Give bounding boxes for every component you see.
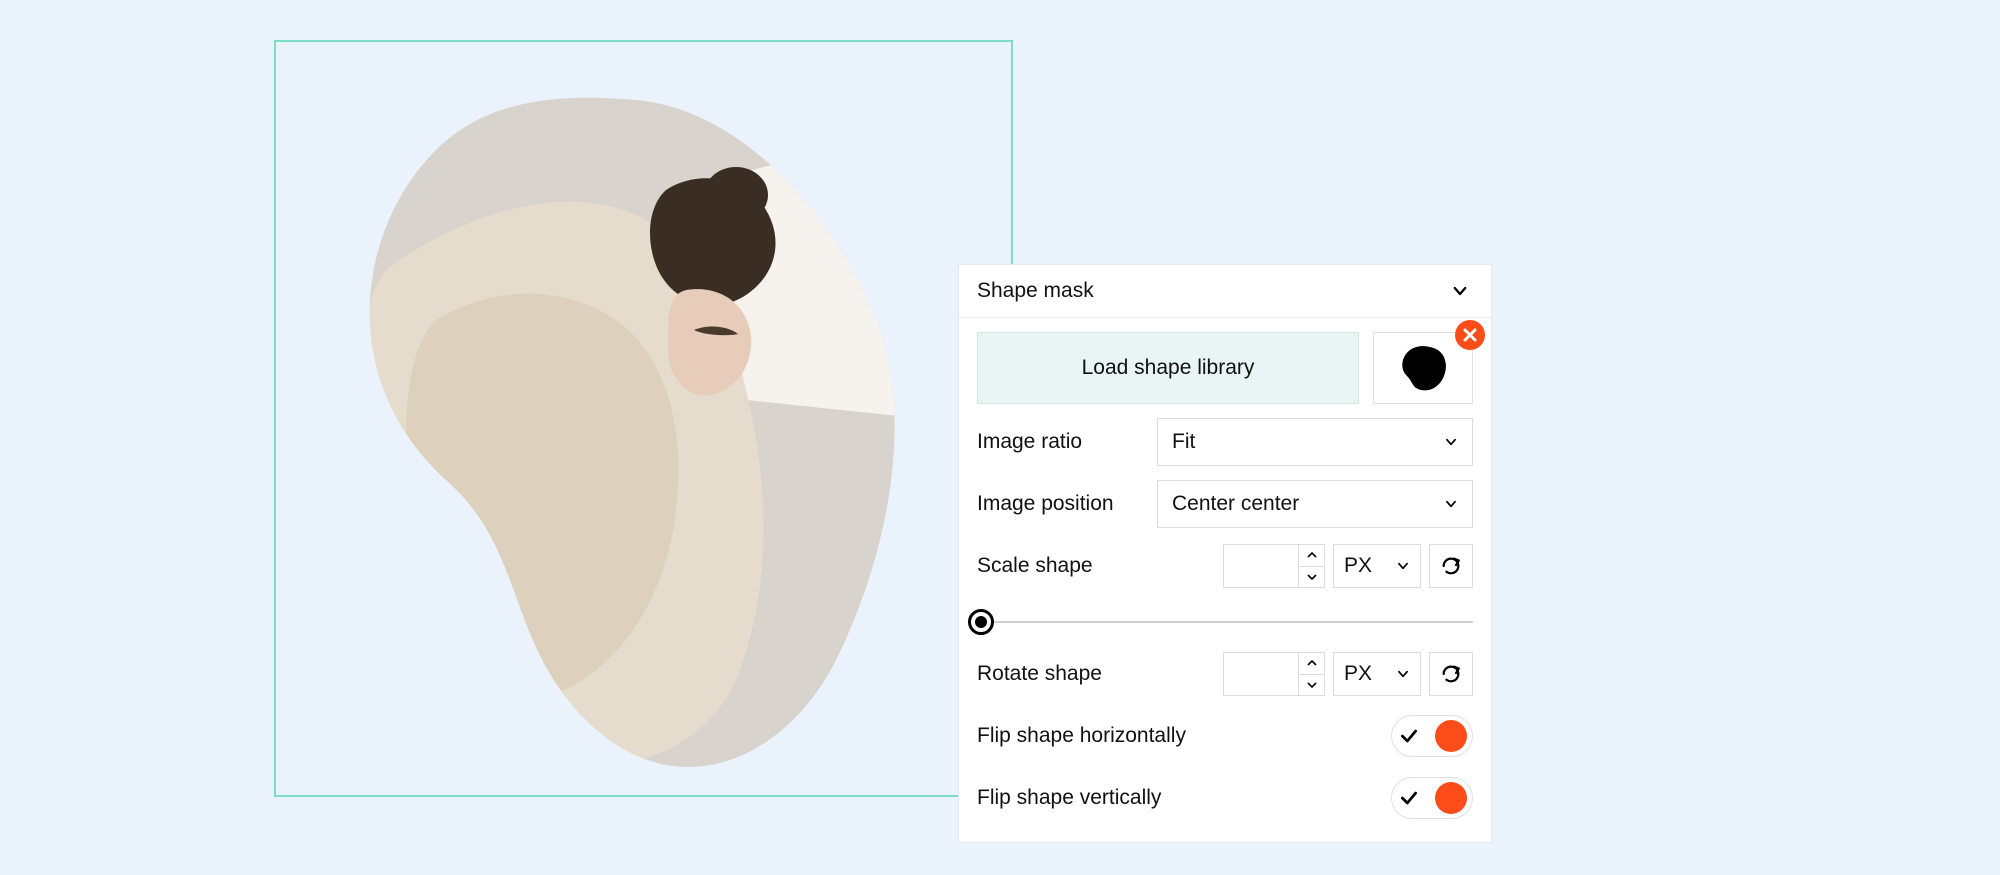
scale-unit-select[interactable]: PX	[1333, 544, 1421, 588]
rotate-shape-label: Rotate shape	[977, 662, 1102, 686]
caret-up-icon	[1307, 552, 1317, 558]
flip-vertical-label: Flip shape vertically	[977, 786, 1161, 810]
caret-up-icon	[1307, 660, 1317, 666]
image-position-label: Image position	[977, 492, 1114, 516]
check-icon	[1397, 788, 1421, 808]
flip-horizontal-label: Flip shape horizontally	[977, 724, 1186, 748]
caret-down-icon	[1307, 682, 1317, 688]
chevron-down-icon	[1451, 282, 1469, 300]
image-position-select[interactable]: Center center	[1157, 480, 1473, 528]
toggle-knob	[1435, 782, 1467, 814]
scale-slider[interactable]	[977, 608, 1473, 636]
rotate-shape-value[interactable]	[1224, 653, 1298, 695]
masked-image[interactable]	[316, 60, 926, 800]
rotate-reset-button[interactable]	[1429, 652, 1473, 696]
chevron-down-icon	[1396, 559, 1410, 573]
image-ratio-label: Image ratio	[977, 430, 1082, 454]
scale-step-up[interactable]	[1299, 545, 1324, 567]
chevron-down-icon	[1444, 435, 1458, 449]
image-ratio-value: Fit	[1172, 430, 1195, 454]
scale-step-down[interactable]	[1299, 567, 1324, 588]
scale-shape-value[interactable]	[1224, 545, 1298, 587]
reset-icon	[1440, 555, 1462, 577]
rotate-step-up[interactable]	[1299, 653, 1324, 675]
reset-icon	[1440, 663, 1462, 685]
image-ratio-select[interactable]: Fit	[1157, 418, 1473, 466]
scale-shape-label: Scale shape	[977, 554, 1093, 578]
chevron-down-icon	[1444, 497, 1458, 511]
flip-vertical-toggle[interactable]	[1391, 777, 1473, 819]
remove-shape-button[interactable]	[1455, 320, 1485, 350]
close-icon	[1462, 327, 1478, 343]
load-shape-library-label: Load shape library	[1082, 356, 1255, 380]
image-position-value: Center center	[1172, 492, 1299, 516]
load-shape-library-button[interactable]: Load shape library	[977, 332, 1359, 404]
panel-body: Load shape library Image ratio Fit	[959, 318, 1491, 842]
chevron-down-icon	[1396, 667, 1410, 681]
caret-down-icon	[1307, 574, 1317, 580]
toggle-knob	[1435, 720, 1467, 752]
rotate-step-down[interactable]	[1299, 675, 1324, 696]
scale-shape-input[interactable]	[1223, 544, 1325, 588]
blob-shape-icon	[1396, 344, 1450, 392]
scale-unit-value: PX	[1344, 554, 1372, 578]
scale-reset-button[interactable]	[1429, 544, 1473, 588]
rotate-shape-input[interactable]	[1223, 652, 1325, 696]
rotate-unit-select[interactable]: PX	[1333, 652, 1421, 696]
shape-mask-panel: Shape mask Load shape library Image rati…	[958, 264, 1492, 843]
scale-slider-thumb[interactable]	[968, 609, 994, 635]
panel-title: Shape mask	[977, 279, 1094, 303]
canvas-frame	[274, 40, 1013, 797]
flip-horizontal-toggle[interactable]	[1391, 715, 1473, 757]
check-icon	[1397, 726, 1421, 746]
rotate-unit-value: PX	[1344, 662, 1372, 686]
panel-header[interactable]: Shape mask	[959, 265, 1491, 318]
